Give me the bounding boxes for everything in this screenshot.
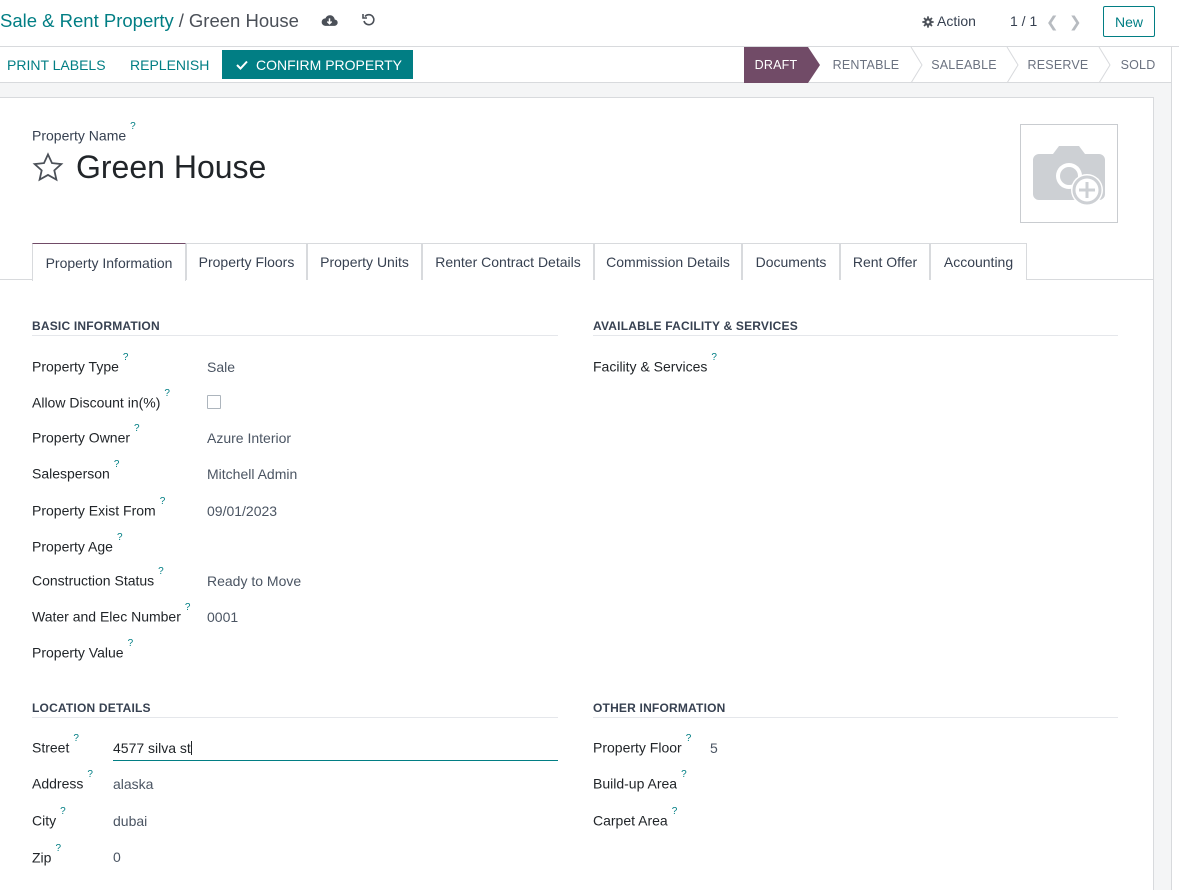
image-upload[interactable] xyxy=(1020,124,1118,223)
section-divider xyxy=(32,717,558,718)
help-tooltip-icon[interactable]: ? xyxy=(672,806,678,817)
discard-undo-icon[interactable] xyxy=(361,12,381,32)
status-saleable[interactable]: SALEABLE xyxy=(920,47,1008,83)
facility-services-label: Facility & Services? xyxy=(593,352,717,375)
property-type-value[interactable]: Sale xyxy=(207,359,235,375)
property-value-label: Property Value? xyxy=(32,638,134,661)
help-tooltip-icon[interactable]: ? xyxy=(686,733,692,744)
form-sheet xyxy=(0,97,1154,890)
status-sold[interactable]: SOLD xyxy=(1110,47,1166,83)
help-tooltip-icon[interactable]: ? xyxy=(87,769,93,780)
breadcrumb: Sale & Rent Property / Green House xyxy=(0,10,299,32)
tab-property-information[interactable]: Property Information xyxy=(32,243,186,281)
tab-commission-details[interactable]: Commission Details xyxy=(594,243,742,280)
help-tooltip-icon[interactable]: ? xyxy=(60,806,66,817)
save-cloud-icon[interactable] xyxy=(321,12,341,32)
tab-accounting[interactable]: Accounting xyxy=(930,243,1027,280)
allow-discount-label: Allow Discount in(%)? xyxy=(32,388,170,411)
help-tooltip-icon[interactable]: ? xyxy=(134,423,140,434)
city-label: City? xyxy=(32,806,66,829)
pager-previous-icon[interactable]: ❮ xyxy=(1046,13,1059,31)
tab-documents[interactable]: Documents xyxy=(742,243,840,280)
property-floor-value[interactable]: 5 xyxy=(710,740,718,756)
help-tooltip-icon[interactable]: ? xyxy=(114,459,120,470)
property-name-label: Property Name? xyxy=(32,121,136,144)
help-tooltip-icon[interactable]: ? xyxy=(117,532,123,543)
construction-status-label: Construction Status? xyxy=(32,566,164,589)
tab-property-units[interactable]: Property Units xyxy=(307,243,422,280)
buildup-area-label: Build-up Area? xyxy=(593,769,687,792)
check-icon xyxy=(236,60,248,70)
help-tooltip-icon[interactable]: ? xyxy=(185,602,191,613)
help-tooltip-icon[interactable]: ? xyxy=(681,769,687,780)
property-name-value[interactable]: Green House xyxy=(76,149,266,186)
text-cursor xyxy=(190,741,192,755)
property-owner-label: Property Owner? xyxy=(32,423,140,446)
water-elec-number-value[interactable]: 0001 xyxy=(207,609,238,625)
help-tooltip-icon[interactable]: ? xyxy=(158,566,164,577)
scroll-edge xyxy=(1171,47,1172,890)
city-value[interactable]: dubai xyxy=(113,813,147,829)
help-tooltip-icon[interactable]: ? xyxy=(130,121,136,132)
action-menu[interactable]: Action xyxy=(922,13,976,29)
tab-renter-contract-details[interactable]: Renter Contract Details xyxy=(422,243,594,280)
other-information-title: OTHER INFORMATION xyxy=(593,701,726,715)
carpet-area-label: Carpet Area? xyxy=(593,806,678,829)
construction-status-value[interactable]: Ready to Move xyxy=(207,573,301,589)
help-tooltip-icon[interactable]: ? xyxy=(160,496,166,507)
water-elec-number-label: Water and Elec Number? xyxy=(32,602,191,625)
replenish-button[interactable]: REPLENISH xyxy=(130,57,209,73)
salesperson-value[interactable]: Mitchell Admin xyxy=(207,466,297,482)
property-type-label: Property Type? xyxy=(32,352,129,375)
status-reserve[interactable]: RESERVE xyxy=(1018,47,1098,83)
zip-value[interactable]: 0 xyxy=(113,849,121,865)
help-tooltip-icon[interactable]: ? xyxy=(164,388,170,399)
notebook-tabs: Property Information Property Floors Pro… xyxy=(0,243,1154,281)
confirm-property-button[interactable]: CONFIRM PROPERTY xyxy=(222,50,413,79)
pager-next-icon[interactable]: ❯ xyxy=(1069,13,1082,31)
action-label: Action xyxy=(937,13,976,29)
breadcrumb-separator: / xyxy=(178,10,184,31)
address-value[interactable]: alaska xyxy=(113,776,153,792)
form-button-bar: PRINT LABELS REPLENISH CONFIRM PROPERTY … xyxy=(0,47,1172,83)
allow-discount-checkbox[interactable] xyxy=(207,395,221,409)
help-tooltip-icon[interactable]: ? xyxy=(123,352,129,363)
confirm-property-label: CONFIRM PROPERTY xyxy=(256,56,402,73)
print-labels-button[interactable]: PRINT LABELS xyxy=(7,57,106,73)
property-floor-label: Property Floor? xyxy=(593,733,692,756)
street-label: Street? xyxy=(32,733,79,756)
help-tooltip-icon[interactable]: ? xyxy=(128,638,134,649)
tab-rent-offer[interactable]: Rent Offer xyxy=(840,243,930,280)
tab-property-floors[interactable]: Property Floors xyxy=(186,243,307,280)
property-exist-from-value[interactable]: 09/01/2023 xyxy=(207,503,277,519)
title-row: Green House xyxy=(31,147,266,187)
section-divider xyxy=(593,717,1118,718)
new-button[interactable]: New xyxy=(1103,6,1155,37)
street-input[interactable]: 4577 silva st xyxy=(113,740,192,756)
status-draft[interactable]: DRAFT xyxy=(744,47,808,83)
help-tooltip-icon[interactable]: ? xyxy=(711,352,717,363)
salesperson-label: Salesperson? xyxy=(32,459,120,482)
section-divider xyxy=(593,335,1118,336)
help-tooltip-icon[interactable]: ? xyxy=(73,733,79,744)
basic-information-title: BASIC INFORMATION xyxy=(32,319,160,333)
address-label: Address? xyxy=(32,769,93,792)
facility-services-title: AVAILABLE FACILITY & SERVICES xyxy=(593,319,798,333)
breadcrumb-current: Green House xyxy=(188,10,299,31)
camera-add-icon xyxy=(1033,145,1105,206)
favorite-star-icon[interactable] xyxy=(31,151,65,184)
property-exist-from-label: Property Exist From? xyxy=(32,496,166,519)
location-details-title: LOCATION DETAILS xyxy=(32,701,151,715)
section-divider xyxy=(32,335,558,336)
zip-label: Zip? xyxy=(32,843,62,866)
status-rentable[interactable]: RENTABLE xyxy=(820,47,912,83)
control-panel: Sale & Rent Property / Green House Action … xyxy=(0,0,1179,47)
property-owner-value[interactable]: Azure Interior xyxy=(207,430,291,446)
street-input-underline xyxy=(113,760,558,761)
breadcrumb-parent-link[interactable]: Sale & Rent Property xyxy=(0,10,174,31)
gear-icon xyxy=(922,16,934,28)
help-tooltip-icon[interactable]: ? xyxy=(55,843,61,854)
pager-value[interactable]: 1 / 1 xyxy=(1010,13,1037,29)
property-age-label: Property Age? xyxy=(32,532,123,555)
